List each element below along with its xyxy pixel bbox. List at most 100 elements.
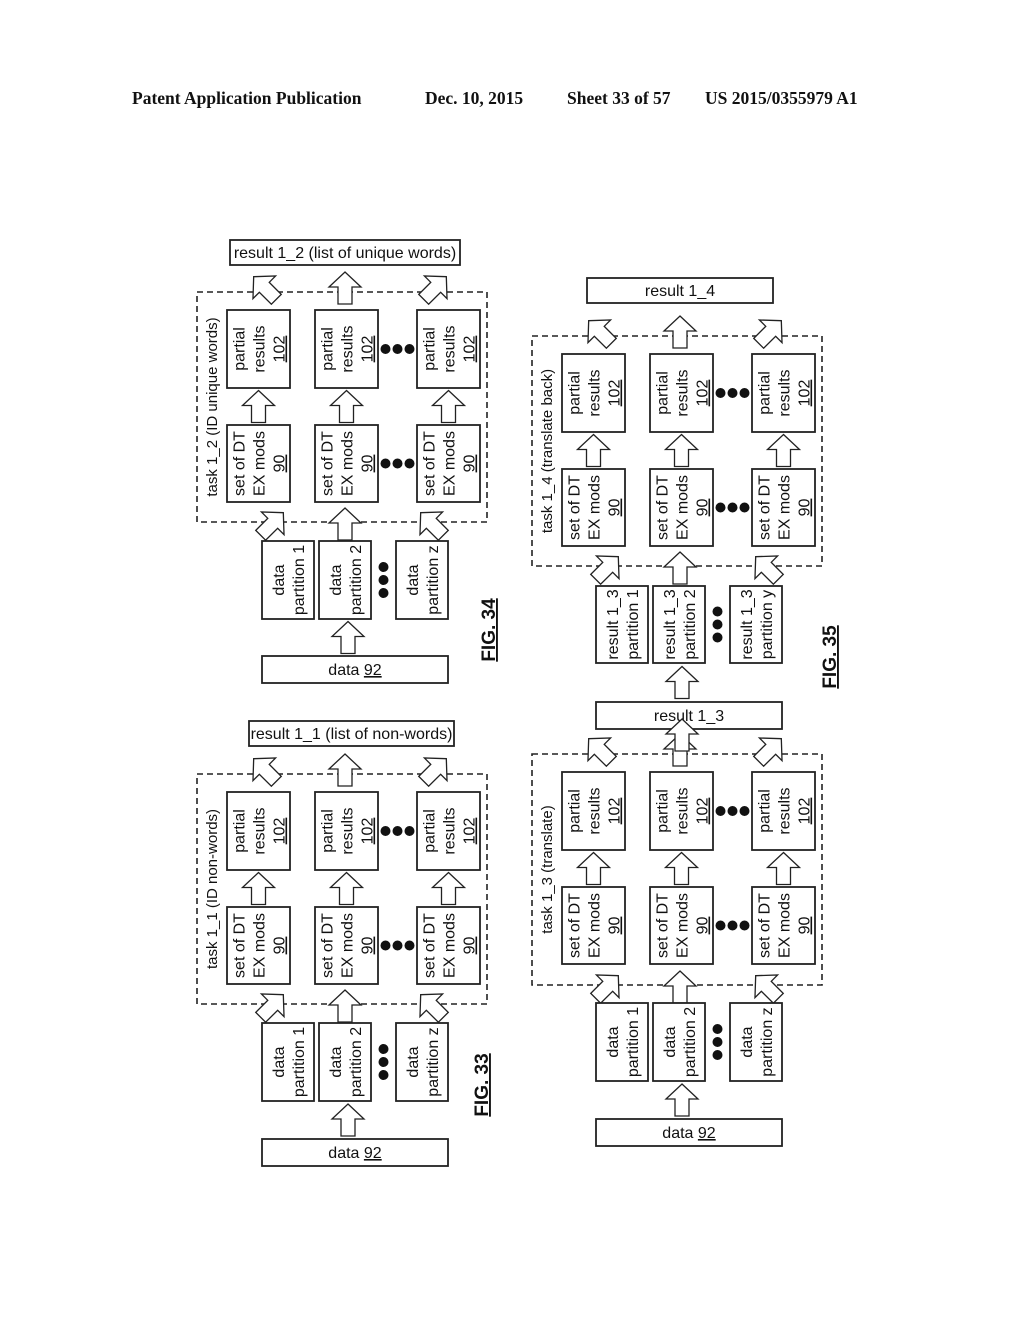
box-label-line: data xyxy=(662,1026,679,1057)
box-label-line: data xyxy=(739,1026,756,1057)
partial-results-box: partial results 102 xyxy=(416,309,481,389)
partition-box: data partition z xyxy=(729,1002,783,1082)
partial-results-box: partial results 102 xyxy=(751,353,816,433)
flow-arrow-up-icon xyxy=(330,620,366,655)
reference-numeral: 90 xyxy=(797,917,814,935)
box-label-line: EX mods xyxy=(442,913,459,978)
reference-numeral: 102 xyxy=(695,798,712,825)
reference-numeral: 102 xyxy=(797,380,814,407)
result-label: result 1_1 (list of non-words) xyxy=(251,726,453,743)
box-label-line: partial xyxy=(422,327,439,371)
reference-numeral: 102 xyxy=(462,336,479,363)
ellipsis-dots xyxy=(380,826,415,836)
box-label-line: partial xyxy=(320,809,337,853)
ex-module-box: set of DT EX mods 90 xyxy=(561,468,626,547)
patent-diagram: result 1_2 (list of unique words) task 1_… xyxy=(196,239,841,1167)
task-label: task 1_1 (ID non-words) xyxy=(204,809,221,969)
box-label-line: partition 1 xyxy=(625,1007,642,1077)
box-label-line: data xyxy=(605,1026,622,1057)
task-label: task 1_4 (translate back) xyxy=(539,369,556,533)
ex-module-box: set of DT EX mods 90 xyxy=(649,468,714,547)
partial-results-box: partial results 102 xyxy=(226,791,291,871)
ellipsis-dot xyxy=(712,1024,723,1034)
reference-numeral: 90 xyxy=(695,499,712,517)
ellipsis-dot xyxy=(392,458,403,469)
ellipsis-dot xyxy=(712,1037,723,1047)
ellipsis-dot xyxy=(712,619,723,630)
box-label-line: results xyxy=(675,787,692,834)
figure-fig35b: task 1_3 (translate) partial results 102set… xyxy=(531,733,823,1147)
box-label-line: set of DT xyxy=(422,913,439,978)
ellipsis-dots xyxy=(715,388,750,398)
box-label-line: partial xyxy=(567,789,584,833)
box-label-line: results xyxy=(675,369,692,416)
ellipsis-dot xyxy=(380,344,391,354)
box-label-line: EX mods xyxy=(587,475,604,540)
ellipsis-dot xyxy=(378,562,389,572)
box-label-line: partial xyxy=(422,809,439,853)
box-label-line: partition y xyxy=(759,590,776,659)
reference-numeral: 102 xyxy=(272,818,289,845)
ellipsis-dot xyxy=(715,920,726,931)
ellipsis-dot xyxy=(380,458,391,469)
reference-numeral: 90 xyxy=(797,499,814,517)
source-data-text: data xyxy=(328,1145,364,1162)
ellipsis-dot xyxy=(392,344,403,354)
box-label-line: EX mods xyxy=(340,913,357,978)
reference-numeral: 102 xyxy=(607,798,624,825)
ellipsis-dots xyxy=(715,806,750,816)
ellipsis-dot xyxy=(404,826,415,836)
flow-arrow-up-icon xyxy=(664,1083,700,1117)
reference-numeral: 90 xyxy=(360,455,377,473)
box-label-line: partial xyxy=(655,789,672,833)
ellipsis-dot xyxy=(739,502,750,513)
source-data-text: data xyxy=(328,662,364,679)
box-label-line: data xyxy=(405,1046,422,1077)
ellipsis-dots xyxy=(380,344,415,354)
box-label-line: partition 2 xyxy=(348,1027,365,1097)
box-label-line: set of DT xyxy=(567,475,584,540)
source-data-label: data 92 xyxy=(328,662,381,679)
reference-numeral: 92 xyxy=(364,1145,382,1162)
result-box: result 1_1 (list of non-words) xyxy=(248,720,455,747)
ellipsis-dot xyxy=(715,806,726,816)
box-label-line: EX mods xyxy=(777,893,794,958)
box-label-line: partition 1 xyxy=(291,545,308,615)
box-label-line: partition 2 xyxy=(682,1007,699,1077)
ellipsis-dots xyxy=(380,940,415,951)
reference-numeral: 90 xyxy=(272,937,289,955)
reference-numeral: 90 xyxy=(462,455,479,473)
reference-numeral: 102 xyxy=(462,818,479,845)
task-label: task 1_3 (translate) xyxy=(539,805,556,933)
ex-module-box: set of DT EX mods 90 xyxy=(226,424,291,503)
box-label-line: set of DT xyxy=(757,893,774,958)
partial-results-box: partial results 102 xyxy=(416,791,481,871)
ellipsis-dots xyxy=(378,562,389,598)
ellipsis-dots xyxy=(712,1024,723,1060)
figure-label: FIG. 35 xyxy=(820,625,841,689)
flow-arrow-up-icon xyxy=(664,665,700,700)
result-box: result 1_4 xyxy=(586,277,774,304)
box-label-line: EX mods xyxy=(252,431,269,496)
ellipsis-dot xyxy=(404,458,415,469)
ellipsis-dot xyxy=(378,1070,389,1080)
box-label-line: set of DT xyxy=(567,893,584,958)
ex-module-box: set of DT EX mods 90 xyxy=(314,424,379,503)
ellipsis-dot xyxy=(712,632,723,643)
figure-fig35a: result 1_4task 1_4 (translate back) parti… xyxy=(531,277,841,730)
box-label-line: partial xyxy=(757,371,774,415)
ellipsis-dot xyxy=(392,826,403,836)
ex-module-box: set of DT EX mods 90 xyxy=(416,424,481,503)
ellipsis-dot xyxy=(380,940,391,951)
ellipsis-dot xyxy=(727,502,738,513)
task-label: task 1_2 (ID unique words) xyxy=(204,317,221,496)
box-label-line: partition 1 xyxy=(291,1027,308,1097)
partition-box: data partition 1 xyxy=(595,1002,649,1082)
ex-module-box: set of DT EX mods 90 xyxy=(561,886,626,965)
reference-numeral: 102 xyxy=(360,818,377,845)
source-data-label: data 92 xyxy=(328,1145,381,1162)
partition-box: result 1_3 partition 1 xyxy=(595,585,649,664)
reference-numeral: 90 xyxy=(607,917,624,935)
box-label-line: data xyxy=(271,564,288,595)
ellipsis-dot xyxy=(712,1050,723,1060)
